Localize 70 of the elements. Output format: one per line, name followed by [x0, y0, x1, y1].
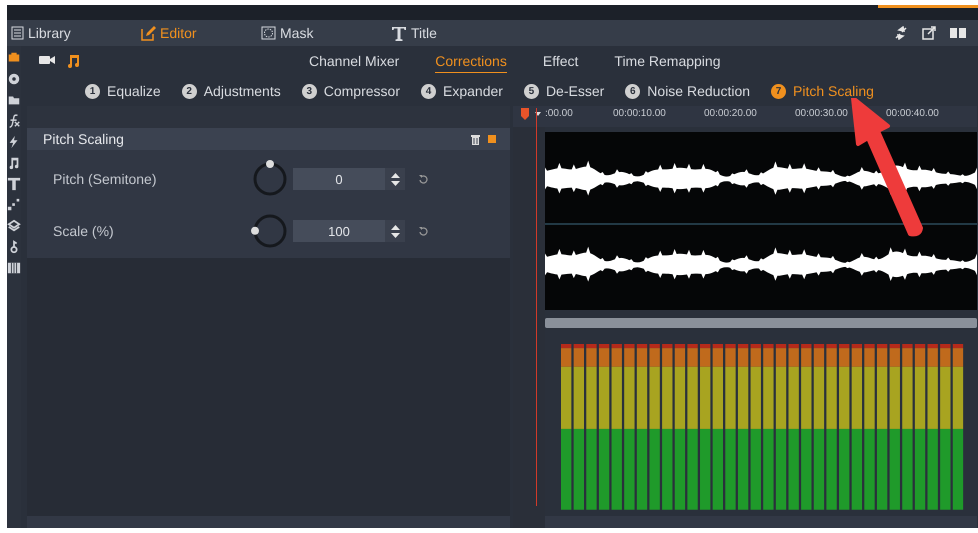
effect-tab-label: Pitch Scaling: [793, 83, 874, 99]
music-note-icon[interactable]: [7, 156, 21, 170]
effect-tab-label: Adjustments: [204, 83, 281, 99]
reset-button[interactable]: [419, 226, 428, 236]
effect-tab-label: De-Esser: [546, 83, 604, 99]
text-icon[interactable]: [7, 177, 21, 191]
spin-button[interactable]: [385, 168, 405, 190]
split-view-icon[interactable]: [950, 27, 966, 39]
effect-tab-label: Expander: [443, 83, 503, 99]
category-tab[interactable]: Channel Mixer: [309, 50, 400, 72]
effect-tab-label: Equalize: [107, 83, 161, 99]
value-field[interactable]: 100: [293, 220, 385, 242]
edit-icon: [141, 26, 156, 40]
piano-keys-icon[interactable]: [7, 261, 21, 275]
audio-filter-tab[interactable]: 4 Expander: [421, 83, 503, 99]
mask-icon: [261, 26, 276, 40]
layers-icon[interactable]: [7, 219, 21, 233]
text-icon: [391, 26, 407, 40]
up-down-arrows-icon: [390, 172, 400, 186]
playhead-marker-icon[interactable]: [521, 108, 529, 120]
enable-toggle[interactable]: [488, 135, 496, 143]
parameter-label: Pitch (Semitone): [52, 171, 158, 187]
nav-tab-label: Mask: [280, 25, 314, 41]
spin-button[interactable]: [385, 220, 405, 242]
popout-window-icon[interactable]: [922, 26, 936, 40]
trash-icon[interactable]: [471, 134, 480, 144]
nav-tab[interactable]: Editor: [141, 25, 261, 41]
number-badge: 3: [302, 84, 317, 98]
number-badge: 6: [625, 84, 640, 98]
nav-tab-label: Title: [411, 25, 437, 41]
audio-filter-tab[interactable]: 1 Equalize: [85, 83, 161, 99]
audio-filter-tab[interactable]: 7 Pitch Scaling: [771, 83, 874, 99]
category-tab[interactable]: Time Remapping: [614, 50, 720, 72]
category-tab[interactable]: Effect: [542, 50, 578, 72]
audio-filter-tab[interactable]: 2 Adjustments: [182, 83, 281, 99]
number-badge: 2: [182, 84, 197, 98]
time-label: :00.00: [545, 107, 574, 119]
nav-tab[interactable]: Mask: [261, 25, 391, 41]
audio-filter-tab[interactable]: 6 Noise Reduction: [625, 83, 750, 99]
time-label: 00:00:30.00: [795, 107, 849, 119]
audio-filter-tab[interactable]: 5 De-Esser: [524, 83, 604, 99]
audio-filter-tab[interactable]: 3 Compressor: [302, 83, 400, 99]
nav-tab-label: Editor: [160, 25, 197, 41]
swap-arrows-icon[interactable]: [894, 26, 908, 40]
nav-tab-label: Library: [28, 25, 71, 41]
squares-icon[interactable]: [7, 198, 21, 212]
fx-icon[interactable]: [7, 114, 21, 128]
value-field[interactable]: 0: [293, 168, 385, 190]
number-badge: 1: [85, 84, 100, 98]
effect-tab-label: Compressor: [324, 83, 400, 99]
time-label: 00:00:20.00: [704, 107, 758, 119]
horizontal-scrollbar[interactable]: [545, 318, 977, 328]
list-icon: [11, 26, 24, 40]
up-down-arrows-icon: [390, 224, 400, 238]
time-label: 00:00:40.00: [886, 107, 940, 119]
number-badge: 4: [421, 84, 436, 98]
music-note-icon[interactable]: [67, 54, 79, 68]
video-camera-icon[interactable]: [39, 54, 55, 66]
reset-button[interactable]: [419, 174, 428, 184]
number-badge: 5: [524, 84, 539, 98]
nav-tab[interactable]: Library: [11, 25, 141, 41]
category-tab[interactable]: Corrections: [435, 50, 507, 72]
nav-tab[interactable]: Title: [391, 25, 511, 41]
time-label: 00:00:10.00: [613, 107, 667, 119]
reset-icon: [419, 174, 428, 184]
effect-title: Pitch Scaling: [43, 131, 124, 147]
effect-tab-label: Noise Reduction: [647, 83, 750, 99]
parameter-label: Scale (%): [52, 223, 115, 239]
number-badge: 7: [771, 84, 786, 98]
reset-icon: [419, 226, 428, 236]
